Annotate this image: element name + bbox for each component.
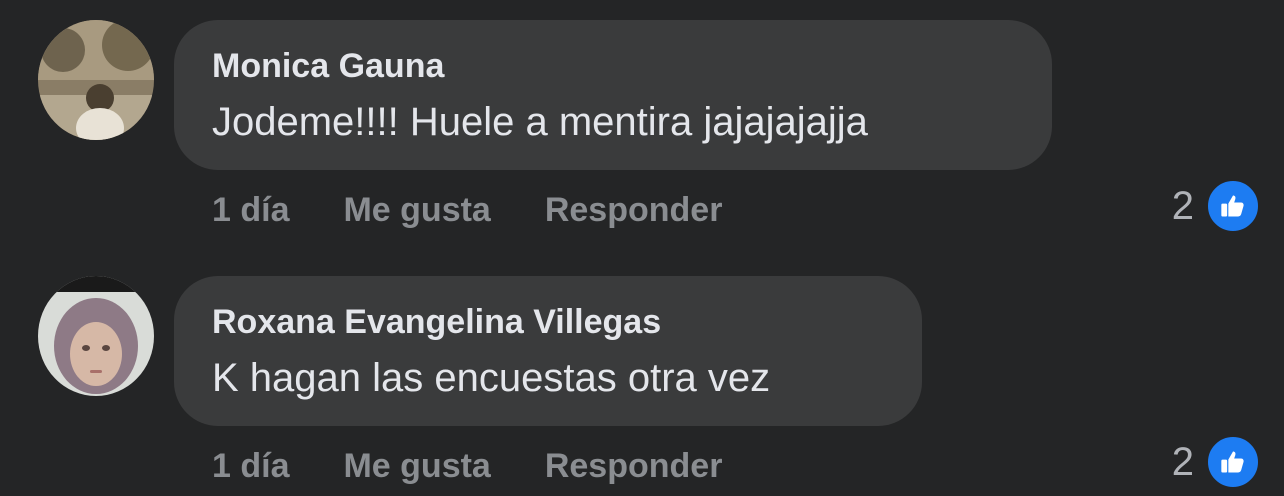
avatar-image: [38, 276, 154, 396]
comment-bubble: Monica Gauna Jodeme!!!! Huele a mentira …: [174, 20, 1052, 170]
comment-time[interactable]: 1 día: [212, 191, 289, 230]
thumbs-up-icon: [1206, 179, 1260, 233]
comment-author[interactable]: Monica Gauna: [212, 42, 1014, 90]
thumbs-up-icon: [1206, 435, 1260, 489]
comment-time[interactable]: 1 día: [212, 447, 289, 486]
reply-button[interactable]: Responder: [545, 447, 723, 486]
avatar[interactable]: [38, 276, 154, 396]
comment-text: K hagan las encuestas otra vez: [212, 356, 771, 400]
reaction-summary[interactable]: 2: [1171, 435, 1260, 489]
avatar-image: [38, 20, 154, 140]
comment-actions: 1 día Me gusta Responder: [212, 442, 722, 490]
like-button[interactable]: Me gusta: [343, 447, 490, 486]
reaction-count: 2: [1171, 183, 1194, 228]
comment-text: Jodeme!!!! Huele a mentira jajajajajja: [212, 100, 868, 144]
comments-section: Monica Gauna Jodeme!!!! Huele a mentira …: [0, 0, 1284, 496]
reply-button[interactable]: Responder: [545, 191, 723, 230]
comment-actions: 1 día Me gusta Responder: [212, 186, 722, 234]
comment-author[interactable]: Roxana Evangelina Villegas: [212, 298, 884, 346]
reaction-count: 2: [1171, 439, 1194, 484]
reaction-summary[interactable]: 2: [1171, 179, 1260, 233]
like-button[interactable]: Me gusta: [343, 191, 490, 230]
avatar[interactable]: [38, 20, 154, 140]
comment-bubble: Roxana Evangelina Villegas K hagan las e…: [174, 276, 922, 426]
